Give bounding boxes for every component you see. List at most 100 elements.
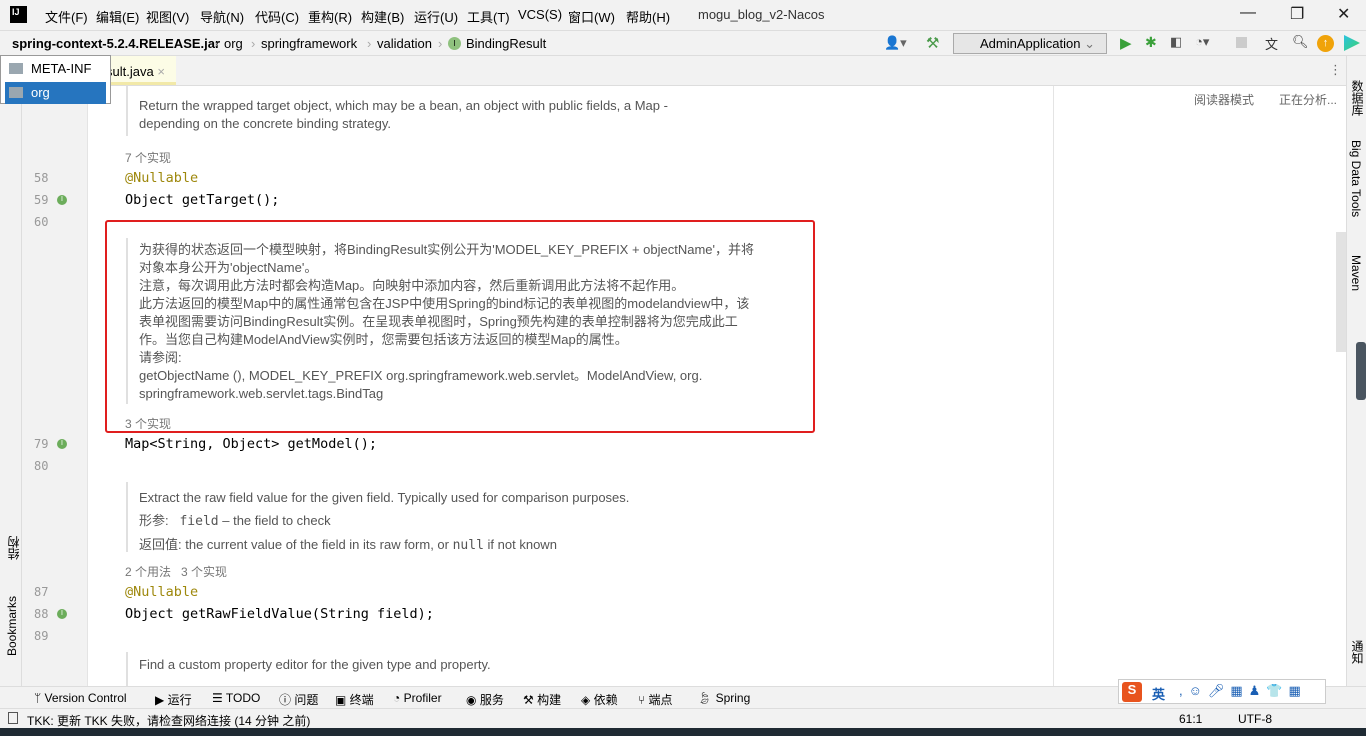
navigation-bar: spring-context-5.2.4.RELEASE.jar › org ›… xyxy=(0,30,1366,56)
menu-navigate[interactable]: 导航(N) xyxy=(200,7,244,26)
implemented-icon[interactable]: I xyxy=(57,609,67,619)
menu-help[interactable]: 帮助(H) xyxy=(626,7,670,26)
structure-tool-button[interactable]: 结构 xyxy=(5,536,22,560)
tool-label: 端点 xyxy=(648,693,673,707)
menu-view[interactable]: 视图(V) xyxy=(146,7,189,26)
implementations-hint[interactable]: 7 个实现 xyxy=(125,149,171,166)
implemented-icon[interactable]: I xyxy=(57,439,67,449)
more-options-icon[interactable]: ⋮ xyxy=(1329,62,1342,78)
run-icon[interactable]: ▶ xyxy=(1120,34,1132,52)
bookmarks-tool-button[interactable]: Bookmarks xyxy=(5,596,19,656)
line-number: 79 xyxy=(34,437,49,451)
doc-line: depending on the concrete binding strate… xyxy=(139,116,391,131)
tool-label: 构建 xyxy=(537,693,562,707)
tool-dependencies[interactable]: ◈ 依赖 xyxy=(581,691,618,708)
status-message[interactable]: TKK: 更新 TKK 失败，请检查网络连接 (14 分钟 之前) xyxy=(27,712,310,729)
popup-item-org[interactable]: org xyxy=(5,82,106,104)
tool-profiler[interactable]: ◔ Profiler xyxy=(393,691,442,705)
code-line: Map<String, Object> getModel(); xyxy=(125,436,377,452)
profiler-icon[interactable]: ◔▾ xyxy=(1195,34,1209,50)
big-data-tools-button[interactable]: Big Data Tools xyxy=(1349,140,1363,217)
toolbox-icon[interactable] xyxy=(1344,35,1360,51)
tab-bindingresult-java[interactable]: sult.java × xyxy=(100,56,176,85)
doc-comment: Extract the raw field value for the give… xyxy=(139,486,629,557)
tool-build[interactable]: ⚒ 构建 xyxy=(523,691,561,708)
editor-scrollbar[interactable] xyxy=(1336,232,1346,352)
tool-spring[interactable]: 🍃︎ Spring xyxy=(697,691,750,705)
user-icon[interactable]: 👤▾ xyxy=(884,35,907,51)
popup-item-meta-inf[interactable]: META-INF xyxy=(5,58,106,80)
status-bar: TKK: 更新 TKK 失败，请检查网络连接 (14 分钟 之前) 61:1 U… xyxy=(0,708,1366,728)
popup-item-label: org xyxy=(31,85,50,100)
breadcrumb-jar[interactable]: spring-context-5.2.4.RELEASE.jar xyxy=(12,36,220,51)
database-tool-button[interactable]: 数据库 xyxy=(1349,80,1366,116)
status-window-icon[interactable] xyxy=(8,712,18,724)
translate-icon[interactable]: 文 xyxy=(1265,34,1278,53)
breadcrumb-validation[interactable]: validation xyxy=(377,36,432,51)
editor-gutter xyxy=(22,86,88,686)
menu-window[interactable]: 窗口(W) xyxy=(568,7,615,26)
build-hammer-icon[interactable]: ⚒ xyxy=(926,34,939,52)
usages-hint[interactable]: 2 个用法 3 个实现 xyxy=(125,563,227,580)
implemented-icon[interactable]: I xyxy=(57,195,67,205)
tool-label: 运行 xyxy=(167,693,192,707)
ime-toolbar: S 英 ,☺🎤︎▦♟︎👕▦ xyxy=(1118,679,1326,704)
line-number: 58 xyxy=(34,171,49,185)
chevron-right-icon: › xyxy=(367,36,372,51)
menu-build[interactable]: 构建(B) xyxy=(361,7,404,26)
popup-item-label: META-INF xyxy=(31,61,92,76)
tool-label: Profiler xyxy=(403,691,442,705)
interface-icon: I xyxy=(448,37,461,50)
chevron-right-icon: › xyxy=(251,36,256,51)
run-configuration-select[interactable]: AdminApplication ⌄ xyxy=(953,33,1107,54)
update-icon[interactable]: ↑ xyxy=(1317,35,1334,52)
breadcrumb-bindingresult[interactable]: BindingResult xyxy=(466,36,546,51)
menu-edit[interactable]: 编辑(E) xyxy=(96,7,139,26)
close-tab-icon[interactable]: × xyxy=(157,64,165,79)
breadcrumb-springframework[interactable]: springframework xyxy=(261,36,357,51)
menu-tools[interactable]: 工具(T) xyxy=(467,7,510,26)
doc-line: Find a custom property editor for the gi… xyxy=(139,657,491,672)
stop-icon[interactable] xyxy=(1236,37,1247,48)
search-icon[interactable]: 🔍︎ xyxy=(1292,34,1309,50)
file-encoding[interactable]: UTF-8 xyxy=(1238,712,1272,726)
tool-problems[interactable]: ⓘ 问题 xyxy=(279,691,318,708)
menu-refactor[interactable]: 重构(R) xyxy=(308,7,352,26)
ime-tool-icons[interactable]: ,☺🎤︎▦♟︎👕▦ xyxy=(1179,683,1307,699)
tool-endpoints[interactable]: ⑂ 端点 xyxy=(638,691,673,708)
breadcrumb-popup: META-INF org xyxy=(0,55,111,104)
menu-run[interactable]: 运行(U) xyxy=(414,7,458,26)
os-taskbar xyxy=(0,728,1366,736)
menu-code[interactable]: 代码(C) xyxy=(255,7,299,26)
breadcrumb-org[interactable]: org xyxy=(224,36,243,51)
return-label: 返回值: xyxy=(139,537,182,552)
tool-label: 终端 xyxy=(349,693,374,707)
minimize-button[interactable]: — xyxy=(1240,4,1256,22)
caret-position[interactable]: 61:1 xyxy=(1179,712,1202,726)
doc-border xyxy=(126,652,128,686)
line-number: 89 xyxy=(34,629,49,643)
tool-version-control[interactable]: ᛘ Version Control xyxy=(34,691,127,705)
ime-language-toggle[interactable]: 英 xyxy=(1152,684,1165,703)
debug-icon[interactable]: ✱ xyxy=(1145,34,1157,51)
window-title: mogu_blog_v2-Nacos xyxy=(698,7,825,22)
return-desc: if not known xyxy=(487,537,557,552)
tool-todo[interactable]: ☰ TODO xyxy=(212,691,260,705)
tool-label: Spring xyxy=(715,691,751,705)
intellij-logo: IJ xyxy=(10,6,27,23)
tool-run[interactable]: ▶ 运行 xyxy=(155,691,192,708)
menu-vcs[interactable]: VCS(S) xyxy=(518,7,562,22)
notifications-button[interactable]: 通知 xyxy=(1349,640,1366,664)
reader-mode-button[interactable]: 阅读器模式 xyxy=(1194,91,1254,108)
maximize-button[interactable]: ❐ xyxy=(1290,4,1304,24)
tool-services[interactable]: ◉ 服务 xyxy=(466,691,504,708)
param-label: 形参: xyxy=(139,513,169,528)
coverage-icon[interactable]: ◧ xyxy=(1170,34,1182,50)
menu-file[interactable]: 文件(F) xyxy=(45,7,88,26)
maven-tool-button[interactable]: Maven xyxy=(1349,255,1363,291)
tool-terminal[interactable]: ▣ 终端 xyxy=(335,691,374,708)
tool-label: 服务 xyxy=(479,693,504,707)
tool-label: Version Control xyxy=(44,691,127,705)
code-line: @Nullable xyxy=(125,170,199,186)
close-button[interactable]: ✕ xyxy=(1337,4,1350,24)
